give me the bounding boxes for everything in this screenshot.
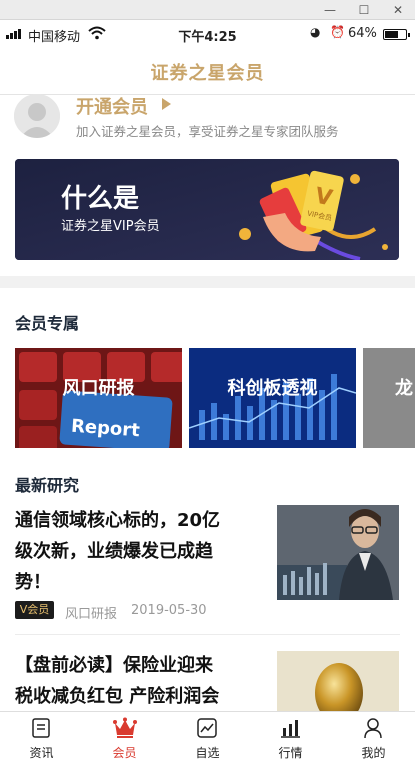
battery-percent: 64% [348,26,377,41]
page-title: 证券之星会员 [150,63,265,84]
bar-chart-icon [281,720,300,738]
list-divider [15,634,400,635]
golden-egg-image [277,651,399,711]
open-membership-link[interactable]: 开通会员 [76,93,148,119]
alarm-icon: ⏰ [330,25,346,39]
minimize-icon[interactable]: — [320,2,340,18]
article-date: 2019-05-30 [131,603,207,618]
maximize-icon[interactable]: ☐ [354,2,374,18]
article-thumbnail[interactable] [277,651,399,711]
arrow-right-icon[interactable] [162,98,171,110]
article-title[interactable]: 通信领域核心标的，20亿 级次新，业绩爆发已成趋 势！ [15,505,250,598]
tab-watchlist[interactable]: 自选 [166,712,249,761]
user-icon [364,718,382,739]
banner-headline: 什么是 [61,184,140,214]
section-divider [0,276,415,288]
tab-bar: 资讯 会员 自选 行情 我的 [0,711,415,761]
tab-mine[interactable]: 我的 [332,712,415,761]
news-icon [32,718,50,738]
section-title-exclusive: 会员专属 [15,314,80,333]
vip-banner[interactable]: 什么是 证券之星VIP会员 V VIP会员 [15,159,399,260]
avatar[interactable] [14,94,60,138]
tab-market[interactable]: 行情 [249,712,332,761]
vip-badge: V会员 [15,601,54,619]
tab-label: 我的 [361,746,386,760]
article-title[interactable]: 【盘前必读】保险业迎来 税收减负红包 产险利润会 [15,650,250,712]
businesswoman-image [277,505,399,600]
tab-label: 自选 [195,746,220,760]
card-partial[interactable]: 龙 [363,348,415,448]
crown-icon [113,717,137,738]
rotation-lock-icon: ◕ [310,25,321,39]
close-icon[interactable]: ✕ [388,2,408,18]
membership-description: 加入证券之星会员，享受证券之星专家团队服务 [76,124,339,139]
status-bar: 中国移动 下午4:25 ◕ ⏰ 64% [0,21,415,47]
tab-news[interactable]: 资讯 [0,712,83,761]
card-star-market[interactable]: 科创板透视 [189,348,356,448]
tab-label: 资讯 [29,746,54,760]
window-title-bar: — ☐ ✕ [0,0,415,20]
card-report[interactable]: 风口研报 Report [15,348,182,448]
tab-member[interactable]: 会员 [83,712,166,761]
card-label: 龙 [395,378,413,399]
chart-line-icon [197,718,217,738]
article-thumbnail[interactable] [277,505,399,600]
section-title-research: 最新研究 [15,476,80,495]
card-label: 科创板透视 [227,378,318,399]
article-source: 风口研报 [65,607,118,622]
battery-icon [383,29,410,40]
card-label: 风口研报 [62,378,135,399]
banner-subline: 证券之星VIP会员 [61,219,160,234]
tab-label: 会员 [112,746,137,760]
tab-label: 行情 [278,746,303,760]
app-screen: — ☐ ✕ 中国移动 下午4:25 ◕ ⏰ 64% 证券之星会员 开通会员 加入… [0,0,415,761]
user-placeholder-icon [14,94,60,138]
nav-bar: 证券之星会员 [0,47,415,95]
